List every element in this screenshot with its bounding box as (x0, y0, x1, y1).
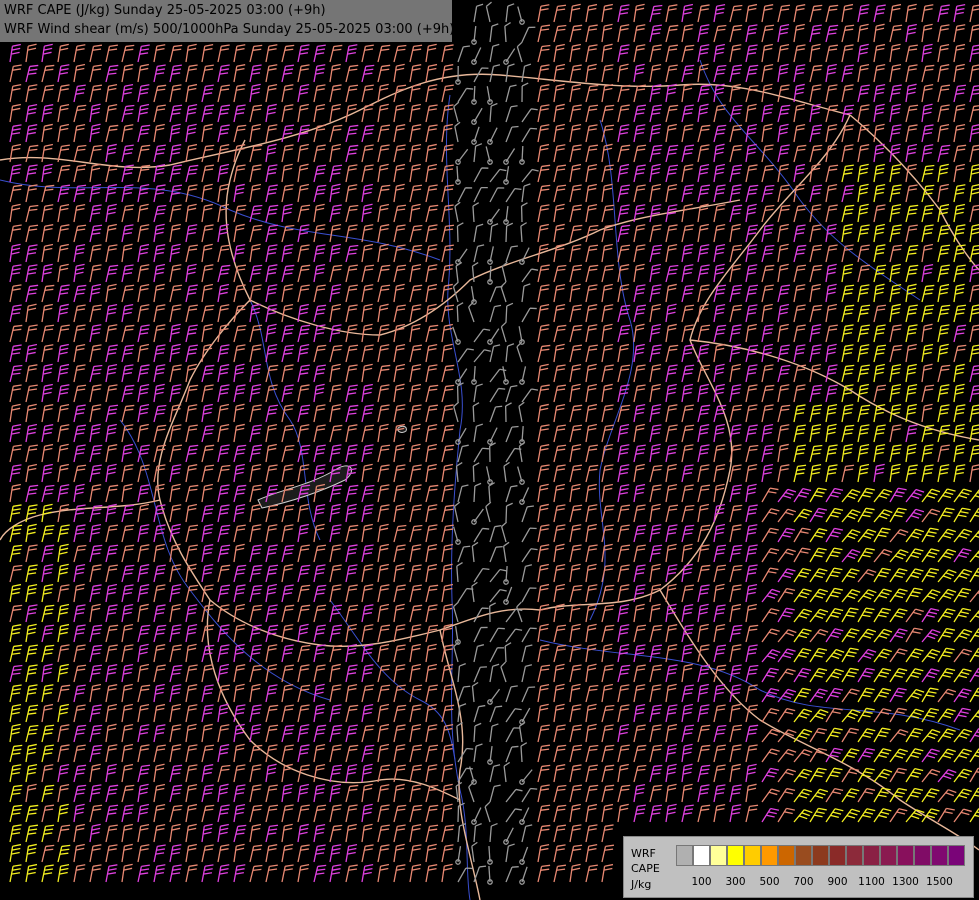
title-box: WRF CAPE (J/kg) Sunday 25-05-2025 03:00 … (0, 0, 455, 42)
legend-swatch (676, 845, 693, 866)
legend-swatch (948, 845, 965, 866)
legend-tick-label: 100 (691, 876, 712, 888)
legend-tick-label: 1300 (892, 876, 919, 888)
legend-swatch (897, 845, 914, 866)
legend-swatch (880, 845, 897, 866)
legend-swatch (778, 845, 795, 866)
legend-label-unit: J/kg (631, 878, 652, 891)
legend-swatch (795, 845, 812, 866)
title-wind-shear: WRF Wind shear (m/s) 500/1000hPa Sunday … (4, 22, 455, 37)
title-cape: WRF CAPE (J/kg) Sunday 25-05-2025 03:00 … (4, 3, 326, 18)
legend-swatch (863, 845, 880, 866)
legend-tick-label: 1100 (858, 876, 885, 888)
legend-swatch (846, 845, 863, 866)
legend-swatch (829, 845, 846, 866)
legend-label-cape: CAPE (631, 862, 660, 875)
legend-swatch (761, 845, 778, 866)
legend-tick-label: 700 (793, 876, 814, 888)
legend-swatch (931, 845, 948, 866)
legend-swatch (710, 845, 727, 866)
legend-tick-label: 300 (725, 876, 746, 888)
legend-tick-label: 500 (759, 876, 780, 888)
legend-tick-label: 900 (827, 876, 848, 888)
weather-map (0, 0, 979, 900)
legend-tick-label: 1500 (926, 876, 953, 888)
cape-legend: WRF CAPE J/kg 100 300 500 700 900 1100 1300 150… (623, 836, 974, 898)
legend-swatch (727, 845, 744, 866)
legend-swatch (812, 845, 829, 866)
legend-swatch (693, 845, 710, 866)
legend-swatch (914, 845, 931, 866)
legend-label-wrf: WRF (631, 847, 656, 860)
legend-swatch (744, 845, 761, 866)
